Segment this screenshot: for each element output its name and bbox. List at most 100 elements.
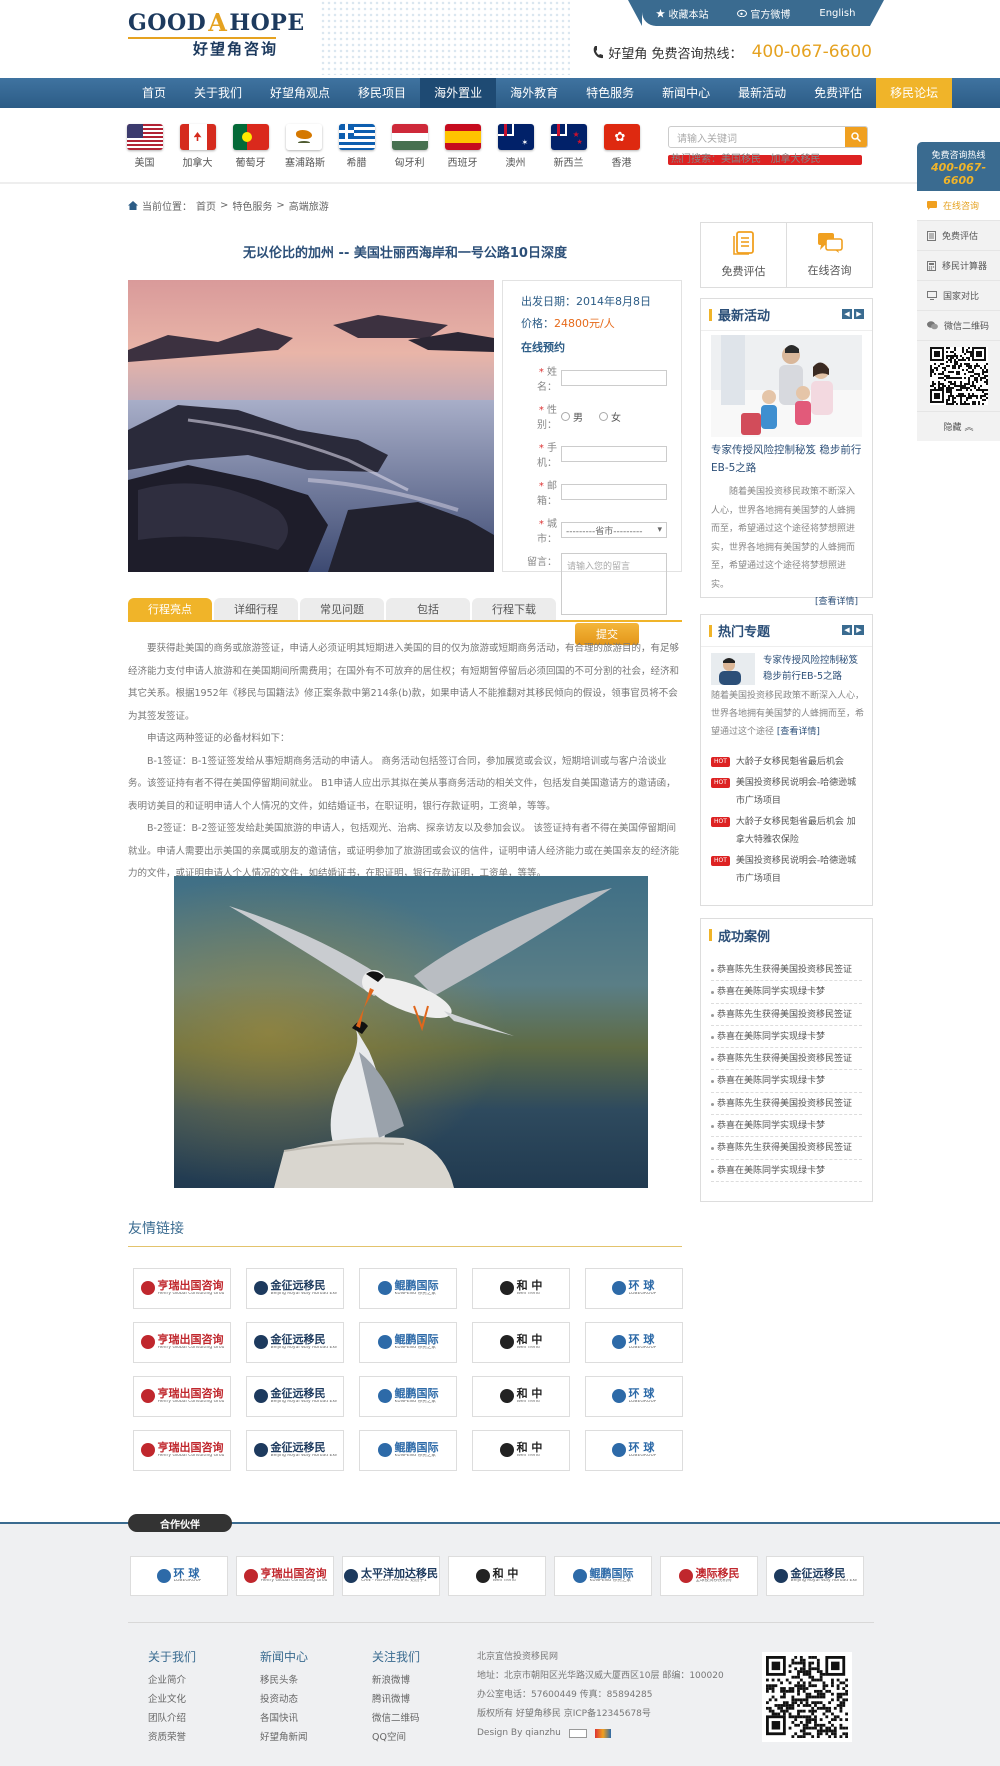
hot-search-link[interactable]: 美国移民 bbox=[721, 154, 761, 165]
friend-link-logo[interactable]: 金征远移民Beijing Royal Way Abroad Exit & Ent… bbox=[246, 1268, 344, 1309]
partner-logo[interactable]: 亨瑞出国咨询 Henry Global Consulting Group bbox=[236, 1556, 334, 1596]
tab-item[interactable]: 详细行程 bbox=[214, 598, 298, 620]
partner-logo[interactable]: 鲲鹏国际 KUNPENG 移民之家 bbox=[554, 1556, 652, 1596]
footer-link[interactable]: QQ空间 bbox=[372, 1728, 420, 1747]
hot-topic-item[interactable]: HOT 美国投资移民说明会-哈德逊城市广场项目 bbox=[701, 774, 872, 810]
footer-link[interactable]: 各国快讯 bbox=[260, 1709, 308, 1728]
friend-link-logo[interactable]: 亨瑞出国咨询 Henry Global Consulting Group bbox=[133, 1268, 231, 1309]
friend-link-logo[interactable]: 亨瑞出国咨询 Henry Global Consulting Group bbox=[133, 1322, 231, 1363]
friend-link-logo[interactable]: 亨瑞出国咨询 Henry Global Consulting Group bbox=[133, 1376, 231, 1417]
partner-logo[interactable]: 环 球 LOBEGROUP bbox=[130, 1556, 228, 1596]
tab-item[interactable]: 常见问题 bbox=[300, 598, 384, 620]
float-menu-item[interactable]: 移民计算器 bbox=[917, 251, 1000, 281]
topic-headline[interactable]: 专家传授风险控制秘笈稳步前行EB-5之路 bbox=[763, 653, 862, 685]
flag-item[interactable]: 葡萄牙 bbox=[232, 124, 269, 169]
site-logo[interactable]: GOOD A HOPE 好望角咨询 bbox=[128, 10, 304, 66]
weibo-link[interactable]: 官方微博 bbox=[737, 6, 790, 21]
flag-item[interactable]: 西班牙 bbox=[444, 124, 481, 169]
friend-link-logo[interactable]: 金征远移民Beijing Royal Way Abroad Exit & Ent… bbox=[246, 1376, 344, 1417]
float-menu-item[interactable]: 免费评估 bbox=[917, 221, 1000, 251]
nav-item[interactable]: 好望角观点 bbox=[256, 78, 344, 108]
case-item[interactable]: 恭喜陈先生获得美国投资移民签证 bbox=[711, 1004, 862, 1026]
friend-link-logo[interactable]: 环 球 LOBEGROUP bbox=[585, 1322, 683, 1363]
next-arrow-icon[interactable]: ▶ bbox=[854, 625, 864, 635]
footer-link[interactable]: 好望角新闻 bbox=[260, 1728, 308, 1747]
friend-link-logo[interactable]: 环 球 LOBEGROUP bbox=[585, 1430, 683, 1471]
search-button[interactable] bbox=[845, 127, 867, 147]
friend-link-logo[interactable]: 金征远移民Beijing Royal Way Abroad Exit & Ent… bbox=[246, 1322, 344, 1363]
nav-item[interactable]: 海外置业 bbox=[420, 78, 497, 108]
next-arrow-icon[interactable]: ▶ bbox=[854, 309, 864, 319]
prev-arrow-icon[interactable]: ◀ bbox=[842, 625, 852, 635]
friend-link-logo[interactable]: 和 中 Well Trend bbox=[472, 1376, 570, 1417]
favorite-link[interactable]: 收藏本站 bbox=[656, 6, 708, 21]
partner-logo[interactable]: 太平洋加达移民CAN - REACH PACIFIC 始创于1995年 bbox=[342, 1556, 440, 1596]
nav-item[interactable]: 移民论坛 bbox=[876, 78, 953, 108]
case-item[interactable]: 恭喜在美陈同学实现绿卡梦 bbox=[711, 1070, 862, 1093]
flag-item[interactable]: ✶ 澳州 bbox=[497, 124, 534, 169]
online-consult-button[interactable]: 在线咨询 bbox=[786, 223, 872, 287]
case-item[interactable]: 恭喜在美陈同学实现绿卡梦 bbox=[711, 981, 862, 1004]
city-select[interactable]: ---------省市--------- ▾ bbox=[561, 522, 667, 538]
case-item[interactable]: 恭喜在美陈同学实现绿卡梦 bbox=[711, 1026, 862, 1049]
hot-topic-item[interactable]: HOT 大龄子女移民魁省最后机会 bbox=[701, 753, 872, 771]
tab-item[interactable]: 包括 bbox=[386, 598, 470, 620]
case-item[interactable]: 恭喜在美陈同学实现绿卡梦 bbox=[711, 1115, 862, 1138]
footer-link[interactable]: 腾讯微博 bbox=[372, 1690, 420, 1709]
flag-item[interactable]: 匈牙利 bbox=[391, 124, 428, 169]
footer-link[interactable]: 资质荣誉 bbox=[148, 1728, 196, 1747]
flag-item[interactable]: 美国 bbox=[126, 124, 163, 169]
nav-item[interactable]: 特色服务 bbox=[572, 78, 648, 108]
nav-item[interactable]: 免费评估 bbox=[800, 78, 876, 108]
case-item[interactable]: 恭喜陈先生获得美国投资移民签证 bbox=[711, 959, 862, 982]
activity-headline[interactable]: 专家传授风险控制秘笈 稳步前行EB-5之路 bbox=[701, 441, 872, 477]
friend-link-logo[interactable]: 鲲鹏国际 KUNPENG 移民之家 bbox=[359, 1430, 457, 1471]
case-item[interactable]: 恭喜陈先生获得美国投资移民签证 bbox=[711, 1048, 862, 1071]
friend-link-logo[interactable]: 环 球 LOBEGROUP bbox=[585, 1376, 683, 1417]
footer-link[interactable]: 投资动态 bbox=[260, 1690, 308, 1709]
footer-link[interactable]: 团队介绍 bbox=[148, 1709, 196, 1728]
friend-link-logo[interactable]: 鲲鹏国际 KUNPENG 移民之家 bbox=[359, 1322, 457, 1363]
flag-item[interactable]: ✿ 香港 bbox=[603, 124, 640, 169]
partner-logo[interactable]: 澳际移民 全球投资移民机构 bbox=[660, 1556, 758, 1596]
footer-link[interactable]: 移民头条 bbox=[260, 1671, 308, 1690]
free-assess-button[interactable]: 免费评估 bbox=[701, 223, 786, 287]
gender-male-radio[interactable]: 男 bbox=[561, 409, 583, 424]
nav-item[interactable]: 最新活动 bbox=[724, 78, 800, 108]
nav-item[interactable]: 新闻中心 bbox=[648, 78, 724, 108]
float-menu-item[interactable]: 微信二维码 bbox=[917, 311, 1000, 341]
friend-link-logo[interactable]: 亨瑞出国咨询 Henry Global Consulting Group bbox=[133, 1430, 231, 1471]
tab-item[interactable]: 行程下载 bbox=[472, 598, 556, 620]
flag-item[interactable]: 希腊 bbox=[338, 124, 375, 169]
friend-link-logo[interactable]: 和 中 Well Trend bbox=[472, 1268, 570, 1309]
topic-more-link[interactable]: [查看详情] bbox=[777, 727, 820, 737]
nav-item[interactable]: 首页 bbox=[128, 78, 180, 108]
hot-search-link[interactable]: 加拿大移民 bbox=[771, 154, 821, 165]
friend-link-logo[interactable]: 和 中 Well Trend bbox=[472, 1322, 570, 1363]
nav-item[interactable]: 关于我们 bbox=[180, 78, 256, 108]
friend-link-logo[interactable]: 鲲鹏国际 KUNPENG 移民之家 bbox=[359, 1376, 457, 1417]
tab-item[interactable]: 行程亮点 bbox=[128, 598, 212, 620]
case-item[interactable]: 恭喜在美陈同学实现绿卡梦 bbox=[711, 1160, 862, 1182]
friend-link-logo[interactable]: 金征远移民Beijing Royal Way Abroad Exit & Ent… bbox=[246, 1430, 344, 1471]
breadcrumb-level1[interactable]: 特色服务 bbox=[232, 198, 272, 213]
english-link[interactable]: English bbox=[819, 8, 855, 19]
friend-link-logo[interactable]: 和 中 Well Trend bbox=[472, 1430, 570, 1471]
footer-link[interactable]: 微信二维码 bbox=[372, 1709, 420, 1728]
friend-link-logo[interactable]: 鲲鹏国际 KUNPENG 移民之家 bbox=[359, 1268, 457, 1309]
nav-item[interactable]: 移民项目 bbox=[344, 78, 420, 108]
prev-arrow-icon[interactable]: ◀ bbox=[842, 309, 852, 319]
search-input[interactable]: 请输入关键词 bbox=[668, 126, 868, 148]
partner-logo[interactable]: 金征远移民Beijing Royal Way Abroad Exit & Ent… bbox=[766, 1556, 864, 1596]
breadcrumb-home[interactable]: 首页 bbox=[196, 198, 216, 213]
footer-link[interactable]: 企业文化 bbox=[148, 1690, 196, 1709]
nav-item[interactable]: 海外教育 bbox=[496, 78, 572, 108]
footer-link[interactable]: 新浪微博 bbox=[372, 1671, 420, 1690]
footer-link[interactable]: 企业简介 bbox=[148, 1671, 196, 1690]
flag-item[interactable]: 加拿大 bbox=[179, 124, 216, 169]
name-input[interactable] bbox=[561, 370, 667, 386]
partner-logo[interactable]: 和 中 Well Trend bbox=[448, 1556, 546, 1596]
float-menu-item[interactable]: 国家对比 bbox=[917, 281, 1000, 311]
phone-input[interactable] bbox=[561, 446, 667, 462]
gender-female-radio[interactable]: 女 bbox=[599, 409, 621, 424]
